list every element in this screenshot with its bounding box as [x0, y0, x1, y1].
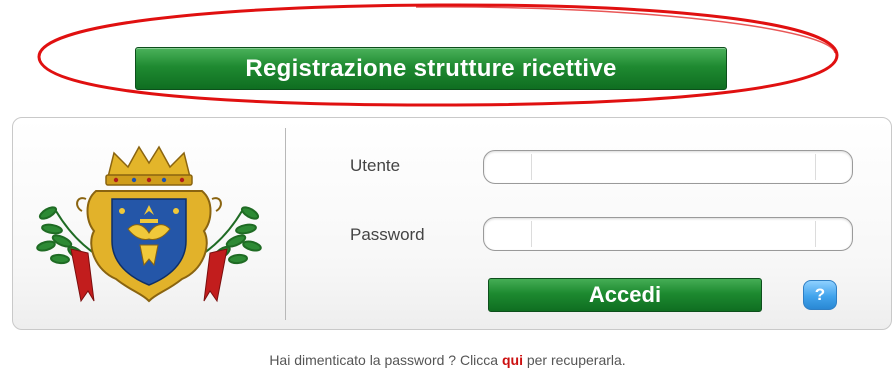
username-label: Utente: [350, 156, 401, 175]
panel-divider: [285, 128, 286, 320]
help-icon: ?: [814, 285, 826, 304]
login-button[interactable]: Accedi: [488, 278, 762, 312]
password-input[interactable]: [483, 217, 853, 251]
help-button[interactable]: ?: [803, 280, 837, 310]
login-page: Registrazione strutture ricettive Utente…: [0, 0, 895, 371]
coat-of-arms-icon: [36, 145, 262, 303]
register-button-label: Registrazione strutture ricettive: [245, 54, 617, 82]
login-button-label: Accedi: [588, 282, 662, 307]
password-label: Password: [350, 225, 425, 244]
input-segment-divider: [815, 154, 816, 180]
username-input[interactable]: [483, 150, 853, 184]
input-segment-divider: [531, 221, 532, 247]
recover-password-link[interactable]: qui: [502, 352, 523, 368]
register-accommodation-button[interactable]: Registrazione strutture ricettive: [135, 47, 727, 90]
input-segment-divider: [531, 154, 532, 180]
input-segment-divider: [815, 221, 816, 247]
forgot-password-text: Hai dimenticato la password ? Clicca qui…: [0, 352, 895, 368]
forgot-password-suffix: per recuperarla.: [522, 352, 626, 368]
forgot-password-prefix: Hai dimenticato la password ? Clicca: [269, 352, 502, 368]
